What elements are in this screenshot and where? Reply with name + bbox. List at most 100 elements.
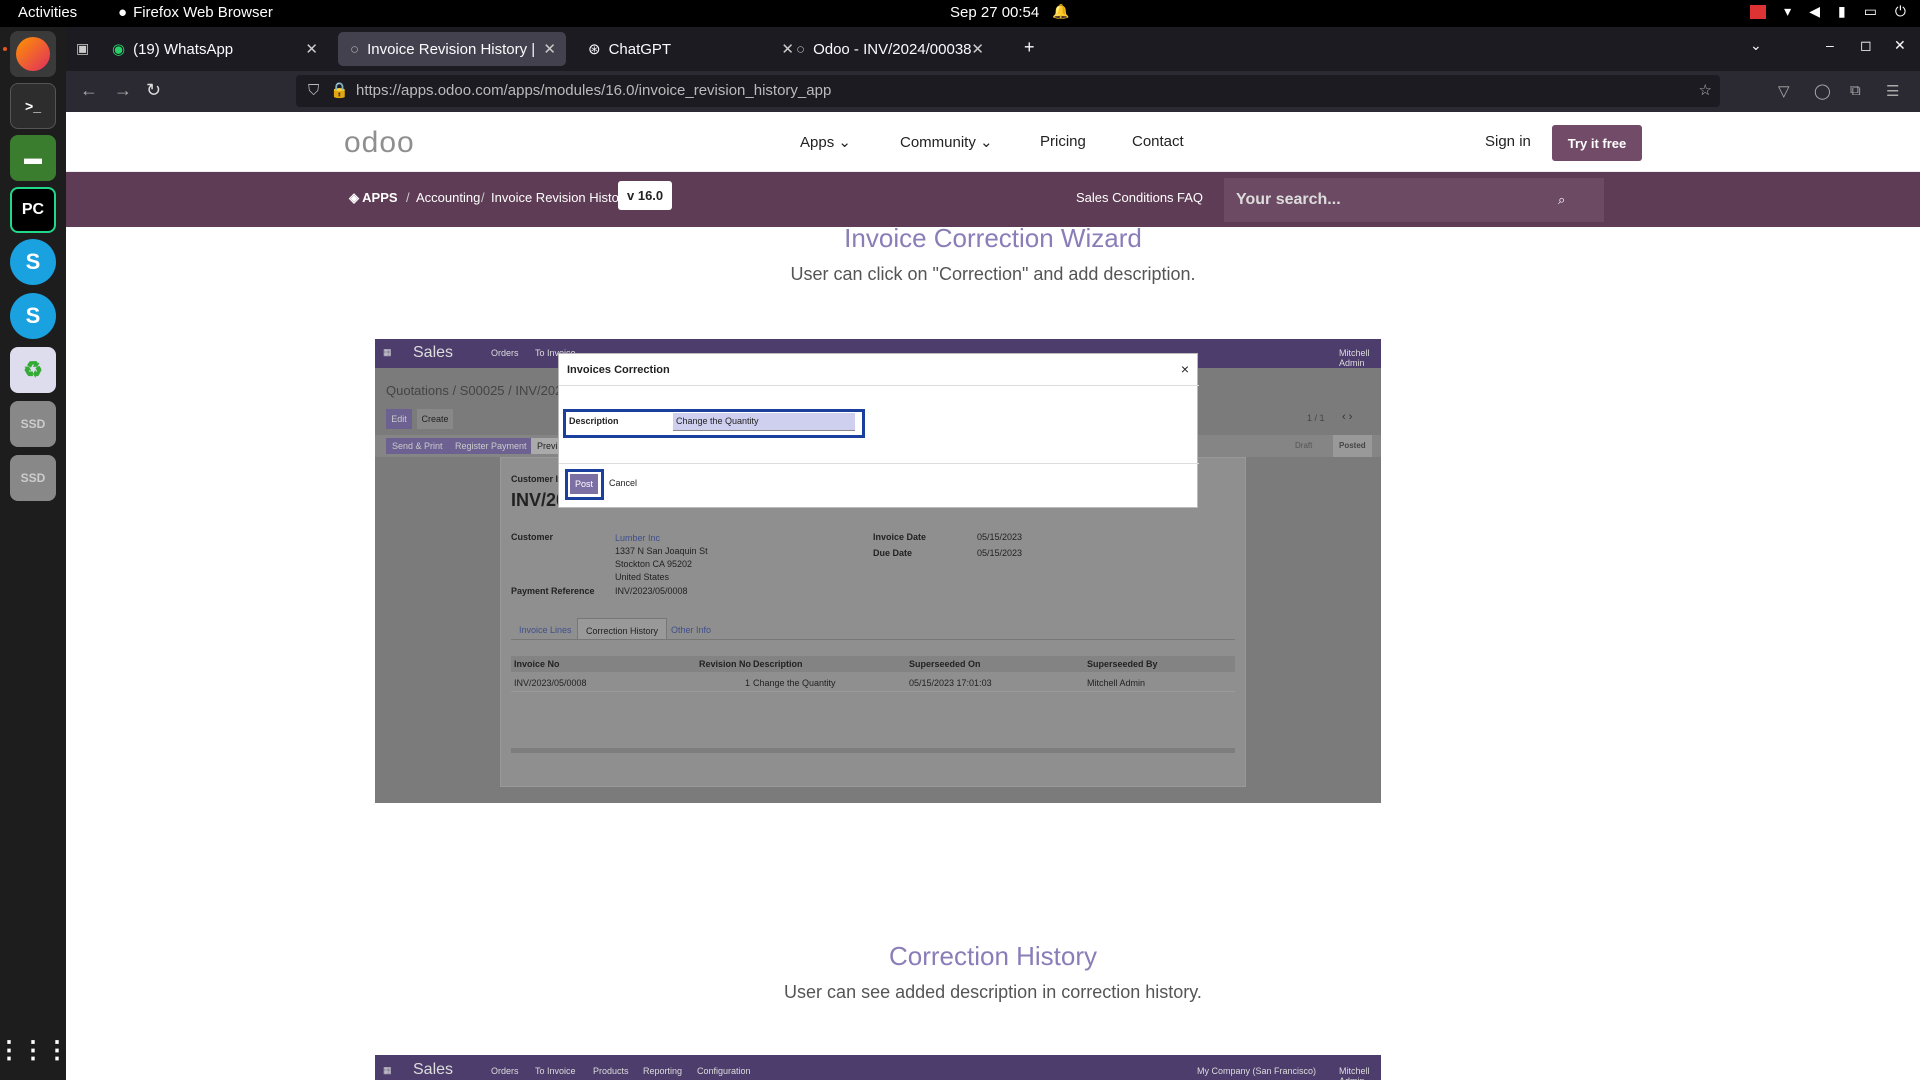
- nav-community[interactable]: Community ⌄: [900, 133, 993, 151]
- section-title: Correction History: [888, 941, 1098, 971]
- description-label: Description: [569, 416, 619, 426]
- faq-link[interactable]: FAQ: [1177, 190, 1203, 205]
- menu-item: Orders: [491, 1066, 519, 1076]
- payment-ref: INV/2023/05/0008: [615, 586, 688, 596]
- tab-odoo-invoice[interactable]: ○ Odoo - INV/2024/00038 ✕: [784, 32, 994, 66]
- dock: >_ ▬ PC S S ♻ SSD SSD ⋮⋮⋮: [0, 27, 69, 1080]
- tab-invoice-lines: Invoice Lines: [519, 625, 572, 635]
- drive-icon[interactable]: SSD: [10, 455, 56, 501]
- close-icon[interactable]: ✕: [543, 40, 556, 58]
- invoice-date: 05/15/2023: [977, 532, 1023, 542]
- apps-grid-icon: ▦: [383, 1065, 392, 1075]
- chevron-down-icon[interactable]: ⌄: [1750, 37, 1762, 54]
- send-print-button: Send & Print: [386, 438, 449, 454]
- record-icon: [1750, 4, 1767, 19]
- skype-icon[interactable]: S: [10, 293, 56, 339]
- table-row: INV/2023/05/0008 1 Change the Quantity 0…: [511, 674, 1235, 692]
- menu-item: To Invoice: [535, 1066, 576, 1076]
- nav-contact[interactable]: Contact: [1132, 133, 1184, 150]
- url-bar[interactable]: ⛉ 🔒 https://apps.odoo.com/apps/modules/1…: [296, 75, 1720, 107]
- breadcrumb: Quotations / S00025 / INV/2023/: [386, 383, 574, 398]
- sign-in-link[interactable]: Sign in: [1485, 133, 1531, 150]
- app-name: Sales: [413, 1061, 454, 1078]
- nav-apps[interactable]: Apps ⌄: [800, 133, 851, 151]
- tab-whatsapp[interactable]: ◉ (19) WhatsApp ✕: [100, 32, 328, 66]
- clock[interactable]: Sep 27 00:54: [950, 4, 1039, 21]
- section-description: User can see added description in correc…: [784, 982, 1202, 1002]
- tab-overview-icon[interactable]: ▣: [76, 40, 89, 57]
- trash-icon[interactable]: ♻: [10, 347, 56, 393]
- tab-other-info: Other Info: [671, 625, 712, 635]
- invoices-correction-dialog: Invoices Correction × Description Change…: [558, 353, 1199, 508]
- customer-label: Customer: [511, 532, 554, 542]
- post-button: Post: [570, 474, 598, 494]
- files-icon[interactable]: ▬: [10, 135, 56, 181]
- version-select[interactable]: v 16.0: [618, 181, 673, 210]
- tab-title: (19) WhatsApp: [133, 40, 234, 58]
- user-name: Mitchell Admin: [1339, 348, 1370, 368]
- tab-invoice-revision[interactable]: ○ Invoice Revision History | ✕: [338, 32, 566, 66]
- menu-item: Products: [593, 1066, 629, 1076]
- scrollbar: [511, 748, 1235, 753]
- shield-icon: ⛉: [308, 82, 320, 99]
- create-button: Create: [417, 409, 453, 429]
- new-tab-icon[interactable]: +: [1024, 37, 1035, 58]
- forward-icon[interactable]: →: [114, 80, 132, 101]
- pycharm-icon[interactable]: PC: [10, 187, 56, 233]
- pocket-icon[interactable]: ▽: [1778, 82, 1790, 100]
- volume-icon: ◀: [1809, 3, 1820, 19]
- apps-grid-icon: ▦: [383, 347, 392, 357]
- bell-icon: 🔔: [1052, 3, 1070, 19]
- invoice-date-label: Invoice Date: [873, 532, 927, 542]
- odoo-logo[interactable]: odoo: [344, 126, 415, 160]
- terminal-icon[interactable]: >_: [10, 83, 56, 129]
- menu-item: Orders: [491, 348, 519, 358]
- dialog-title: Invoices Correction: [567, 364, 670, 376]
- reload-icon[interactable]: ↻: [146, 80, 161, 101]
- skype-icon[interactable]: S: [10, 239, 56, 285]
- extensions-icon[interactable]: ⧉: [1850, 82, 1861, 99]
- try-free-button[interactable]: Try it free: [1552, 125, 1642, 161]
- table-header: Invoice No Revision No Description Super…: [511, 656, 1235, 672]
- status-posted: Posted: [1333, 435, 1372, 457]
- restore-icon[interactable]: ◻: [1860, 37, 1872, 54]
- search-input[interactable]: Your search...: [1224, 178, 1604, 222]
- section-description: User can click on "Correction" and add d…: [790, 264, 1196, 284]
- close-window-icon[interactable]: ✕: [1894, 37, 1906, 54]
- app-grid-icon[interactable]: ⋮⋮⋮: [0, 1027, 69, 1073]
- tab-title: Invoice Revision History |: [367, 40, 536, 58]
- search-icon[interactable]: ⌕: [1558, 192, 1565, 208]
- apps-link[interactable]: ◈ APPS: [349, 190, 398, 206]
- nav-pricing[interactable]: Pricing: [1040, 133, 1086, 150]
- customer-address: Lumber Inc 1337 N San Joaquin St Stockton …: [615, 533, 708, 582]
- breadcrumb-module[interactable]: Invoice Revision History: [491, 190, 630, 205]
- tab-title: Odoo - INV/2024/00038: [813, 40, 972, 58]
- firefox-icon[interactable]: [10, 31, 56, 77]
- apps-subbar: ◈ APPS / Accounting / Invoice Revision H…: [66, 172, 1920, 227]
- system-tray[interactable]: ▾ ◀ ▮ ▭ ⏻: [1750, 3, 1906, 20]
- tab-chatgpt[interactable]: ⊛ ChatGPT ✕: [576, 32, 804, 66]
- menu-icon[interactable]: ☰: [1886, 82, 1899, 100]
- description-field: Change the Quantity: [673, 413, 855, 431]
- sales-conditions-link[interactable]: Sales Conditions: [1076, 190, 1174, 205]
- app-menu[interactable]: ● Firefox Web Browser: [118, 4, 273, 21]
- close-icon[interactable]: ✕: [305, 40, 318, 58]
- battery-icon: ▭: [1863, 3, 1877, 19]
- due-date: 05/15/2023: [977, 548, 1023, 558]
- register-payment-button: Register Payment: [449, 438, 533, 454]
- close-icon[interactable]: ✕: [971, 40, 984, 58]
- drive-icon[interactable]: SSD: [10, 401, 56, 447]
- company-name: My Company (San Francisco): [1197, 1066, 1317, 1076]
- notebook-tabs: Invoice Lines Correction History Other I…: [511, 618, 1235, 640]
- divider: [559, 385, 1199, 386]
- activities-button[interactable]: Activities: [18, 4, 77, 21]
- minimize-icon[interactable]: –: [1826, 37, 1834, 53]
- pager: 1 / 1: [1307, 413, 1325, 423]
- account-icon[interactable]: ◯: [1814, 82, 1831, 100]
- menu-item: Configuration: [697, 1066, 751, 1076]
- breadcrumb-accounting[interactable]: Accounting: [416, 190, 480, 205]
- payment-ref-label: Payment Reference: [511, 586, 595, 596]
- status-draft: Draft: [1295, 441, 1313, 450]
- bookmark-star-icon[interactable]: ☆: [1699, 75, 1712, 107]
- back-icon[interactable]: ←: [80, 80, 98, 101]
